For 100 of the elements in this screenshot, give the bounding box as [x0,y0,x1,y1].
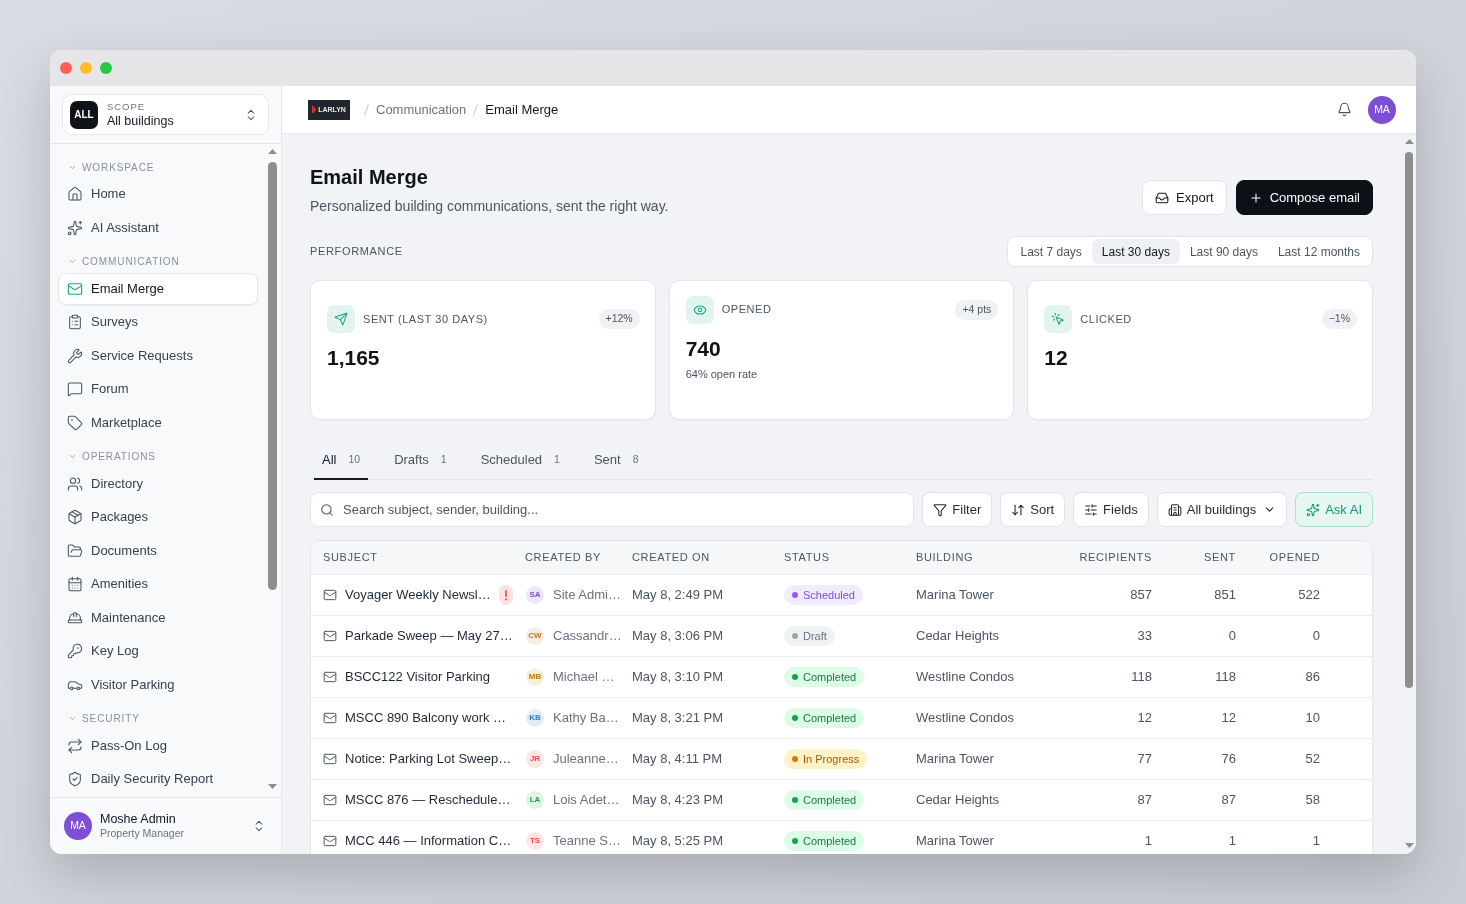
scroll-down-icon[interactable] [1404,843,1414,848]
nav-item[interactable]: Marketplace [58,406,258,439]
nav-item[interactable]: Directory [58,467,258,500]
nav-item[interactable]: Visitor Parking [58,668,258,701]
creator-name: Kathy Ba… [553,709,619,728]
user-role: Property Manager [100,827,186,841]
toolbar-button[interactable]: All buildings [1156,492,1288,527]
folder-icon [67,542,83,559]
nav-item[interactable]: Daily Security Report [58,763,258,795]
recipients-count: 77 [1137,750,1152,769]
status-dot-icon [792,674,798,680]
date-range-option[interactable]: Last 30 days [1091,239,1180,264]
envelope-icon [323,834,337,848]
metric-label: OPENED [721,302,772,318]
created-date: May 8, 4:11 PM [632,751,723,767]
nav-item[interactable]: Documents [58,534,258,567]
search-field[interactable]: Search subject, sender, building... [310,492,915,527]
package-icon [67,509,83,525]
recipients-count: 1 [1144,832,1152,851]
filter-tab[interactable]: Scheduled 1 [472,442,568,480]
nav-item[interactable]: Home [58,178,258,210]
sort-arrows-icon [1011,502,1026,517]
email-subject: MCC 446 — Information C… [345,832,512,851]
people-icon [67,475,83,492]
status-text: Completed [803,669,857,685]
shield-check-icon [67,771,83,787]
scope-selector[interactable]: ALL SCOPE All buildings [62,94,269,135]
nav-item[interactable]: Maintenance [58,601,258,634]
paper-plane-icon [327,305,355,333]
email-subject: MSCC 876 — Reschedule… [345,791,511,810]
column-header: OPENED [1269,550,1320,566]
created-date: May 8, 3:21 PM [632,710,724,726]
status-text: Completed [803,833,857,849]
opened-count: 52 [1305,750,1320,769]
toolbar-button[interactable]: Fields [1073,492,1149,527]
wrench-icon [67,347,83,364]
sent-count: 76 [1221,750,1236,769]
status-text: Draft [803,628,827,644]
nav-item[interactable]: Email Merge [58,272,258,305]
breadcrumb-link[interactable]: Email Merge [485,99,559,120]
maximize-button[interactable] [100,62,112,74]
inbox-icon [1155,190,1170,205]
section-label: PERFORMANCE [310,244,403,260]
status-text: Scheduled [803,587,855,603]
created-date: May 8, 2:49 PM [632,587,724,603]
breadcrumb-link[interactable]: Communication [376,99,467,120]
nav-item[interactable]: Forum [58,373,258,405]
column-header: SUBJECT [323,550,378,566]
metric-note: 64% open rate [685,366,759,381]
mail-icon [67,280,83,297]
status-dot-icon [792,797,798,803]
envelope-icon [323,629,337,643]
creator-avatar: KB [526,709,544,727]
action-button[interactable]: Export [1142,180,1227,215]
nav-item[interactable]: Key Log [58,635,258,667]
sparkles-icon [1306,502,1321,517]
creator-avatar: TS [526,832,544,850]
hard-hat-icon [67,609,83,626]
notification-bell-icon[interactable] [1337,102,1352,117]
date-range-option[interactable]: Last 12 months [1267,239,1370,264]
date-range-option[interactable]: Last 90 days [1179,239,1268,264]
creator-avatar: LA [526,791,544,809]
building-icon [1167,502,1182,517]
scrollbar-thumb[interactable] [1405,152,1413,688]
nav-item[interactable]: Pass-On Log [58,729,258,762]
creator-avatar: SA [526,586,544,604]
date-range-option[interactable]: Last 7 days [1010,239,1092,264]
status-dot-icon [792,838,798,844]
scroll-down-icon[interactable] [268,784,277,789]
user-avatar[interactable]: MA [1368,95,1396,124]
nav-item[interactable]: Service Requests [58,339,258,372]
column-header: STATUS [784,550,830,566]
nav-item[interactable]: Surveys [58,306,258,338]
scrollbar-thumb[interactable] [268,162,277,590]
scroll-up-icon[interactable] [1404,139,1414,144]
nav-item[interactable]: Packages [58,501,258,533]
filter-tab[interactable]: Drafts 1 [386,442,455,480]
envelope-icon [323,670,337,684]
scroll-up-icon[interactable] [268,149,277,154]
creator-name: Lois Adet… [553,791,620,810]
filter-tab[interactable]: All 10 [314,442,369,480]
clipboard-icon [67,314,83,330]
building-name: Westline Condos [916,669,1015,685]
filter-tab[interactable]: Sent 8 [585,442,647,480]
opened-count: 10 [1305,709,1320,728]
close-button[interactable] [60,62,72,74]
action-button[interactable]: Compose email [1235,180,1373,215]
status-dot-icon [792,715,798,721]
metric-value: 740 [685,335,722,362]
user-avatar[interactable]: MA [64,812,92,840]
toolbar-button[interactable]: Sort [1000,492,1066,527]
nav-item[interactable]: AI Assistant [58,211,258,244]
sliders-icon [1084,502,1099,517]
opened-count: 86 [1305,668,1320,687]
column-header: BUILDING [916,550,974,566]
creator-name: Michael … [553,668,615,687]
nav-item[interactable]: Amenities [58,568,258,600]
creator-name: Juleanne… [553,750,619,769]
building-name: Cedar Heights [916,628,1000,644]
toolbar-button[interactable]: Filter [922,492,993,527]
